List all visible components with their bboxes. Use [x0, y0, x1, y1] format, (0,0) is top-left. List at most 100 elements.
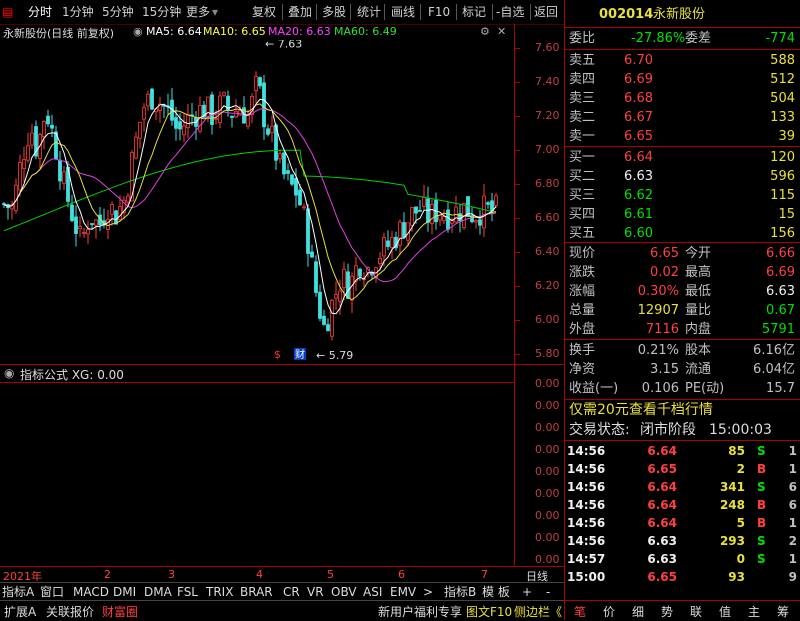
tick-price: 6.64 — [647, 480, 677, 494]
toolbar-diejia[interactable]: 叠加 — [288, 3, 312, 21]
quote-tab[interactable]: 筹 — [777, 603, 789, 620]
tab-indicator-a[interactable]: 指标A — [2, 584, 34, 600]
bid-label: 买四 — [569, 207, 596, 222]
bid-price: 6.60 — [624, 226, 653, 241]
candle-body — [42, 120, 46, 138]
tab-vr[interactable]: VR — [307, 584, 324, 600]
tab-dmi[interactable]: DMI — [113, 584, 136, 600]
quote-tab[interactable]: 笔 — [574, 603, 586, 620]
date-label-apr: 4 — [256, 568, 263, 581]
candle-body — [230, 115, 234, 118]
toolbar-huaxian[interactable]: 画线 — [391, 3, 415, 21]
tab-emv[interactable]: EMV — [390, 584, 416, 600]
quote-tab[interactable]: 势 — [661, 603, 673, 620]
toolbar-fenshi[interactable]: 分时 — [28, 3, 52, 21]
tab-related-quotes[interactable]: 关联报价 — [46, 603, 94, 620]
ask-price: 6.70 — [624, 53, 653, 68]
tab-trix[interactable]: TRIX — [206, 584, 233, 600]
graphic-f10-link[interactable]: 图文F10 — [466, 603, 512, 620]
candle-body — [386, 240, 390, 247]
quote-tab[interactable]: 细 — [632, 603, 644, 620]
candle-body — [414, 206, 418, 214]
tab-wealth-circle[interactable]: 财富圈 — [102, 603, 138, 620]
chart-settings-icon[interactable]: ◉ — [133, 25, 143, 38]
settings-icon[interactable]: ⚙ — [480, 25, 490, 38]
ma60-label: MA60: 6.49 — [334, 25, 397, 38]
candle-body — [314, 261, 318, 293]
tick-row: 14:57 6.63 0 S 1 — [565, 550, 800, 568]
candle-body — [278, 153, 282, 160]
candle-body — [270, 125, 274, 134]
toolbar-back[interactable]: 返回 — [534, 3, 558, 21]
stat-label: 股本 — [685, 343, 712, 358]
candle-body — [90, 223, 94, 225]
date-label-jun: 6 — [398, 568, 405, 581]
tab-fsl[interactable]: FSL — [177, 584, 198, 600]
candle-body — [474, 220, 478, 223]
price-tick-label: 6.40 — [535, 244, 560, 258]
candle-body — [58, 159, 62, 182]
add-panel-button[interactable]: + — [522, 584, 532, 600]
tab-obv[interactable]: OBV — [331, 584, 357, 600]
ma20-line — [3, 108, 497, 283]
stat-label: 涨跌 — [569, 265, 596, 280]
quote-tab[interactable]: 联 — [690, 603, 702, 620]
toolbar-5min[interactable]: 5分钟 — [102, 3, 134, 21]
candle-body — [410, 207, 414, 226]
candle-body — [206, 96, 210, 118]
toolbar-1min[interactable]: 1分钟 — [62, 3, 94, 21]
toolbar-remove-favorite[interactable]: -自选 — [496, 3, 524, 21]
bid-row: 买四 6.61 15 — [567, 205, 799, 224]
candlestick-chart[interactable]: ← 7.63 ← 5.79 $ 财 — [0, 40, 514, 362]
toolbar-15min[interactable]: 15分钟 — [142, 3, 181, 21]
indicator-settings-icon[interactable]: ◉ — [4, 366, 14, 380]
tab-cr[interactable]: CR — [283, 584, 300, 600]
bid-row: 买一 6.64 120 — [567, 148, 799, 167]
indicator-chart[interactable] — [0, 382, 514, 567]
tick-count: 1 — [788, 444, 797, 458]
stat-value: 0.30% — [637, 284, 679, 299]
tab-window[interactable]: 窗口 — [40, 584, 64, 600]
chart-title: 永新股份(日线 前复权) — [3, 27, 115, 40]
quote-tab[interactable]: 价 — [603, 603, 615, 620]
tick-side: S — [757, 552, 766, 566]
promo-row[interactable]: 仅需20元查看千档行情 — [567, 401, 799, 420]
tab-template[interactable]: 模 板 — [482, 584, 510, 600]
remove-panel-button[interactable]: - — [546, 584, 550, 600]
toolbar-f10[interactable]: F10 — [428, 3, 450, 21]
tick-count: 2 — [788, 534, 797, 548]
sidebar-toggle[interactable]: 侧边栏《 — [514, 603, 562, 620]
tab-dma[interactable]: DMA — [144, 584, 172, 600]
tab-indicator-b[interactable]: 指标B — [444, 584, 476, 600]
candle-body — [94, 219, 98, 226]
toolbar-fuquan[interactable]: 复权 — [252, 3, 276, 21]
tab-macd[interactable]: MACD — [73, 584, 109, 600]
stat-label: 涨幅 — [569, 284, 596, 299]
new-user-benefit-link[interactable]: 新用户福利专享 — [378, 603, 462, 620]
tick-price: 6.64 — [647, 516, 677, 530]
chevron-down-icon[interactable]: ▾ — [212, 3, 218, 21]
tab-asi[interactable]: ASI — [363, 584, 382, 600]
tab-extend-a[interactable]: 扩展A — [4, 603, 36, 620]
date-label-mar: 3 — [168, 568, 175, 581]
menu-icon[interactable]: ▤ — [2, 3, 13, 21]
candle-body — [50, 124, 54, 129]
tab-brar[interactable]: BRAR — [240, 584, 273, 600]
close-icon[interactable]: ✕ — [497, 25, 506, 38]
bid-volume: 115 — [770, 188, 795, 203]
tick-price: 6.64 — [647, 444, 677, 458]
candle-body — [70, 204, 74, 221]
candle-body — [178, 121, 182, 130]
trade-status-row: 交易状态: 闭市阶段 15:00:03 — [567, 421, 799, 440]
candle-body — [174, 117, 178, 129]
toolbar-biaoji[interactable]: 标记 — [462, 3, 486, 21]
tabs-scroll-right[interactable]: > — [423, 584, 433, 600]
toolbar-more[interactable]: 更多 — [186, 3, 210, 21]
toolbar-tongji[interactable]: 统计 — [357, 3, 381, 21]
toolbar-duogu[interactable]: 多股 — [322, 3, 346, 21]
promo-text[interactable]: 仅需20元查看千档行情 — [569, 401, 713, 420]
quote-tab[interactable]: 值 — [719, 603, 731, 620]
indicator-tick-label: 0.00 — [535, 531, 560, 544]
ask-price: 6.65 — [624, 129, 653, 144]
quote-tab[interactable]: 主 — [748, 603, 760, 620]
